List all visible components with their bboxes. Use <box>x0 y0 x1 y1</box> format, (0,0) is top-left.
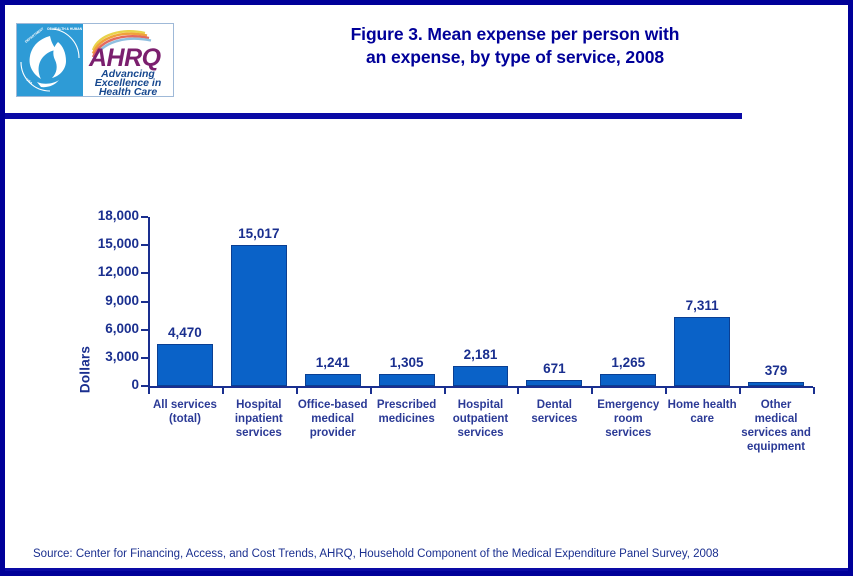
x-axis-tick-mark <box>517 387 520 394</box>
source-note: Source: Center for Financing, Access, an… <box>33 548 719 560</box>
bar-value-label: 4,470 <box>168 325 202 341</box>
x-axis-tick-mark <box>665 387 668 394</box>
x-axis-category-line: equipment <box>746 441 806 453</box>
ahrq-hhs-logo: DEPARTMENT OF HEALTH & HUMAN SERVICES US… <box>16 23 174 97</box>
bar-value-label: 7,311 <box>685 298 719 314</box>
y-axis-tick-mark <box>141 385 148 387</box>
bar-group: 2,181 Hospital outpatient services <box>444 217 518 439</box>
bar-value-label: 1,265 <box>611 355 646 371</box>
y-axis-tick-label: 12,000 <box>97 264 139 280</box>
bar[interactable] <box>600 374 657 386</box>
y-axis-tick-mark <box>141 244 148 247</box>
bar-chart: Dollars 0 3,000 6,000 9,000 12,000 15,000 18,0… <box>5 119 848 529</box>
footer-divider <box>5 568 848 571</box>
bar-group: 4,470 All services (total) <box>148 217 222 425</box>
bar-value-label: 379 <box>764 363 788 379</box>
y-axis-tick-label: 18,000 <box>97 208 139 223</box>
figure-page: DEPARTMENT OF HEALTH & HUMAN SERVICES US… <box>0 0 853 576</box>
x-axis-tick-mark <box>221 387 224 394</box>
bar-value-label: 15,017 <box>238 226 280 242</box>
figure-header: DEPARTMENT OF HEALTH & HUMAN SERVICES US… <box>5 5 848 119</box>
plot-area: 0 3,000 6,000 9,000 12,000 15,000 18,000 4,470… <box>98 208 815 453</box>
x-axis-tick-mark <box>443 387 446 394</box>
y-axis-title: Dollars <box>77 345 93 394</box>
y-axis-tick-label: 15,000 <box>97 236 139 252</box>
x-axis-category-line: provider <box>309 427 356 439</box>
x-axis-category-line: medical <box>754 413 798 425</box>
y-axis-tick-mark <box>141 216 148 218</box>
y-axis-tick-mark <box>141 356 148 359</box>
x-axis-tick-mark <box>369 387 372 394</box>
bar-value-label: 2,181 <box>463 346 498 362</box>
bar-series: 4,470 All services (total) 15,017 Hospital in… <box>148 217 813 453</box>
x-axis-tick-mark <box>295 387 298 394</box>
x-axis-category-line: services <box>457 427 504 439</box>
x-axis-category-line: services and <box>741 427 811 439</box>
y-axis-tick-label: 3,000 <box>105 348 139 364</box>
bar[interactable] <box>452 365 509 386</box>
y-axis-tick-label: 0 <box>131 377 139 392</box>
bar-group: 671 Dental services <box>517 217 591 425</box>
bar-group: 1,265 Emergency room services <box>591 217 665 439</box>
page-title-line-1: Figure 3. Mean expense per person with <box>350 24 680 44</box>
x-axis-category-line: services <box>605 427 652 439</box>
bar[interactable] <box>526 379 583 386</box>
bar[interactable] <box>230 245 287 386</box>
y-axis-tick-label: 9,000 <box>105 292 139 308</box>
svg-text:OF HEALTH & HUMAN SERVICES: OF HEALTH & HUMAN SERVICES <box>47 27 83 31</box>
bar[interactable] <box>748 382 804 386</box>
hhs-seal-icon: DEPARTMENT OF HEALTH & HUMAN SERVICES US… <box>17 24 83 96</box>
y-axis-tick-mark <box>141 300 148 303</box>
ahrq-wordmark: AHRQ Advancing Excellence in Health Care <box>83 24 173 96</box>
bar[interactable] <box>157 344 213 386</box>
bar[interactable] <box>674 317 731 386</box>
x-axis-category-line: Other <box>760 399 792 411</box>
x-axis-tick-mark <box>739 387 742 394</box>
x-axis-tick-mark <box>591 387 594 394</box>
bar-group: 1,305 Prescribed medicines <box>370 217 444 425</box>
x-axis-category-label: Other medical services and equipment <box>733 398 819 454</box>
bar[interactable] <box>304 374 361 386</box>
y-axis-tick-label: 6,000 <box>105 320 139 336</box>
bar[interactable] <box>378 373 435 386</box>
bar-group: 15,017 Hospital inpatient services <box>222 217 296 439</box>
page-title-line-2: an expense, by type of service, 2008 <box>366 47 664 67</box>
y-axis-tick-mark <box>141 272 148 275</box>
x-axis-line <box>148 386 813 388</box>
bar-group: 379 Other medical services and equipment <box>739 217 813 453</box>
bar-group: 1,241 Office-based medical provider <box>296 217 370 439</box>
x-axis-tick-mark <box>148 387 150 394</box>
svg-text:Health Care: Health Care <box>99 86 158 96</box>
bar-group: 7,311 Home health care <box>665 217 739 425</box>
x-axis-tick-mark <box>813 387 815 394</box>
page-title: Figure 3. Mean expense per person with a… <box>195 23 835 69</box>
